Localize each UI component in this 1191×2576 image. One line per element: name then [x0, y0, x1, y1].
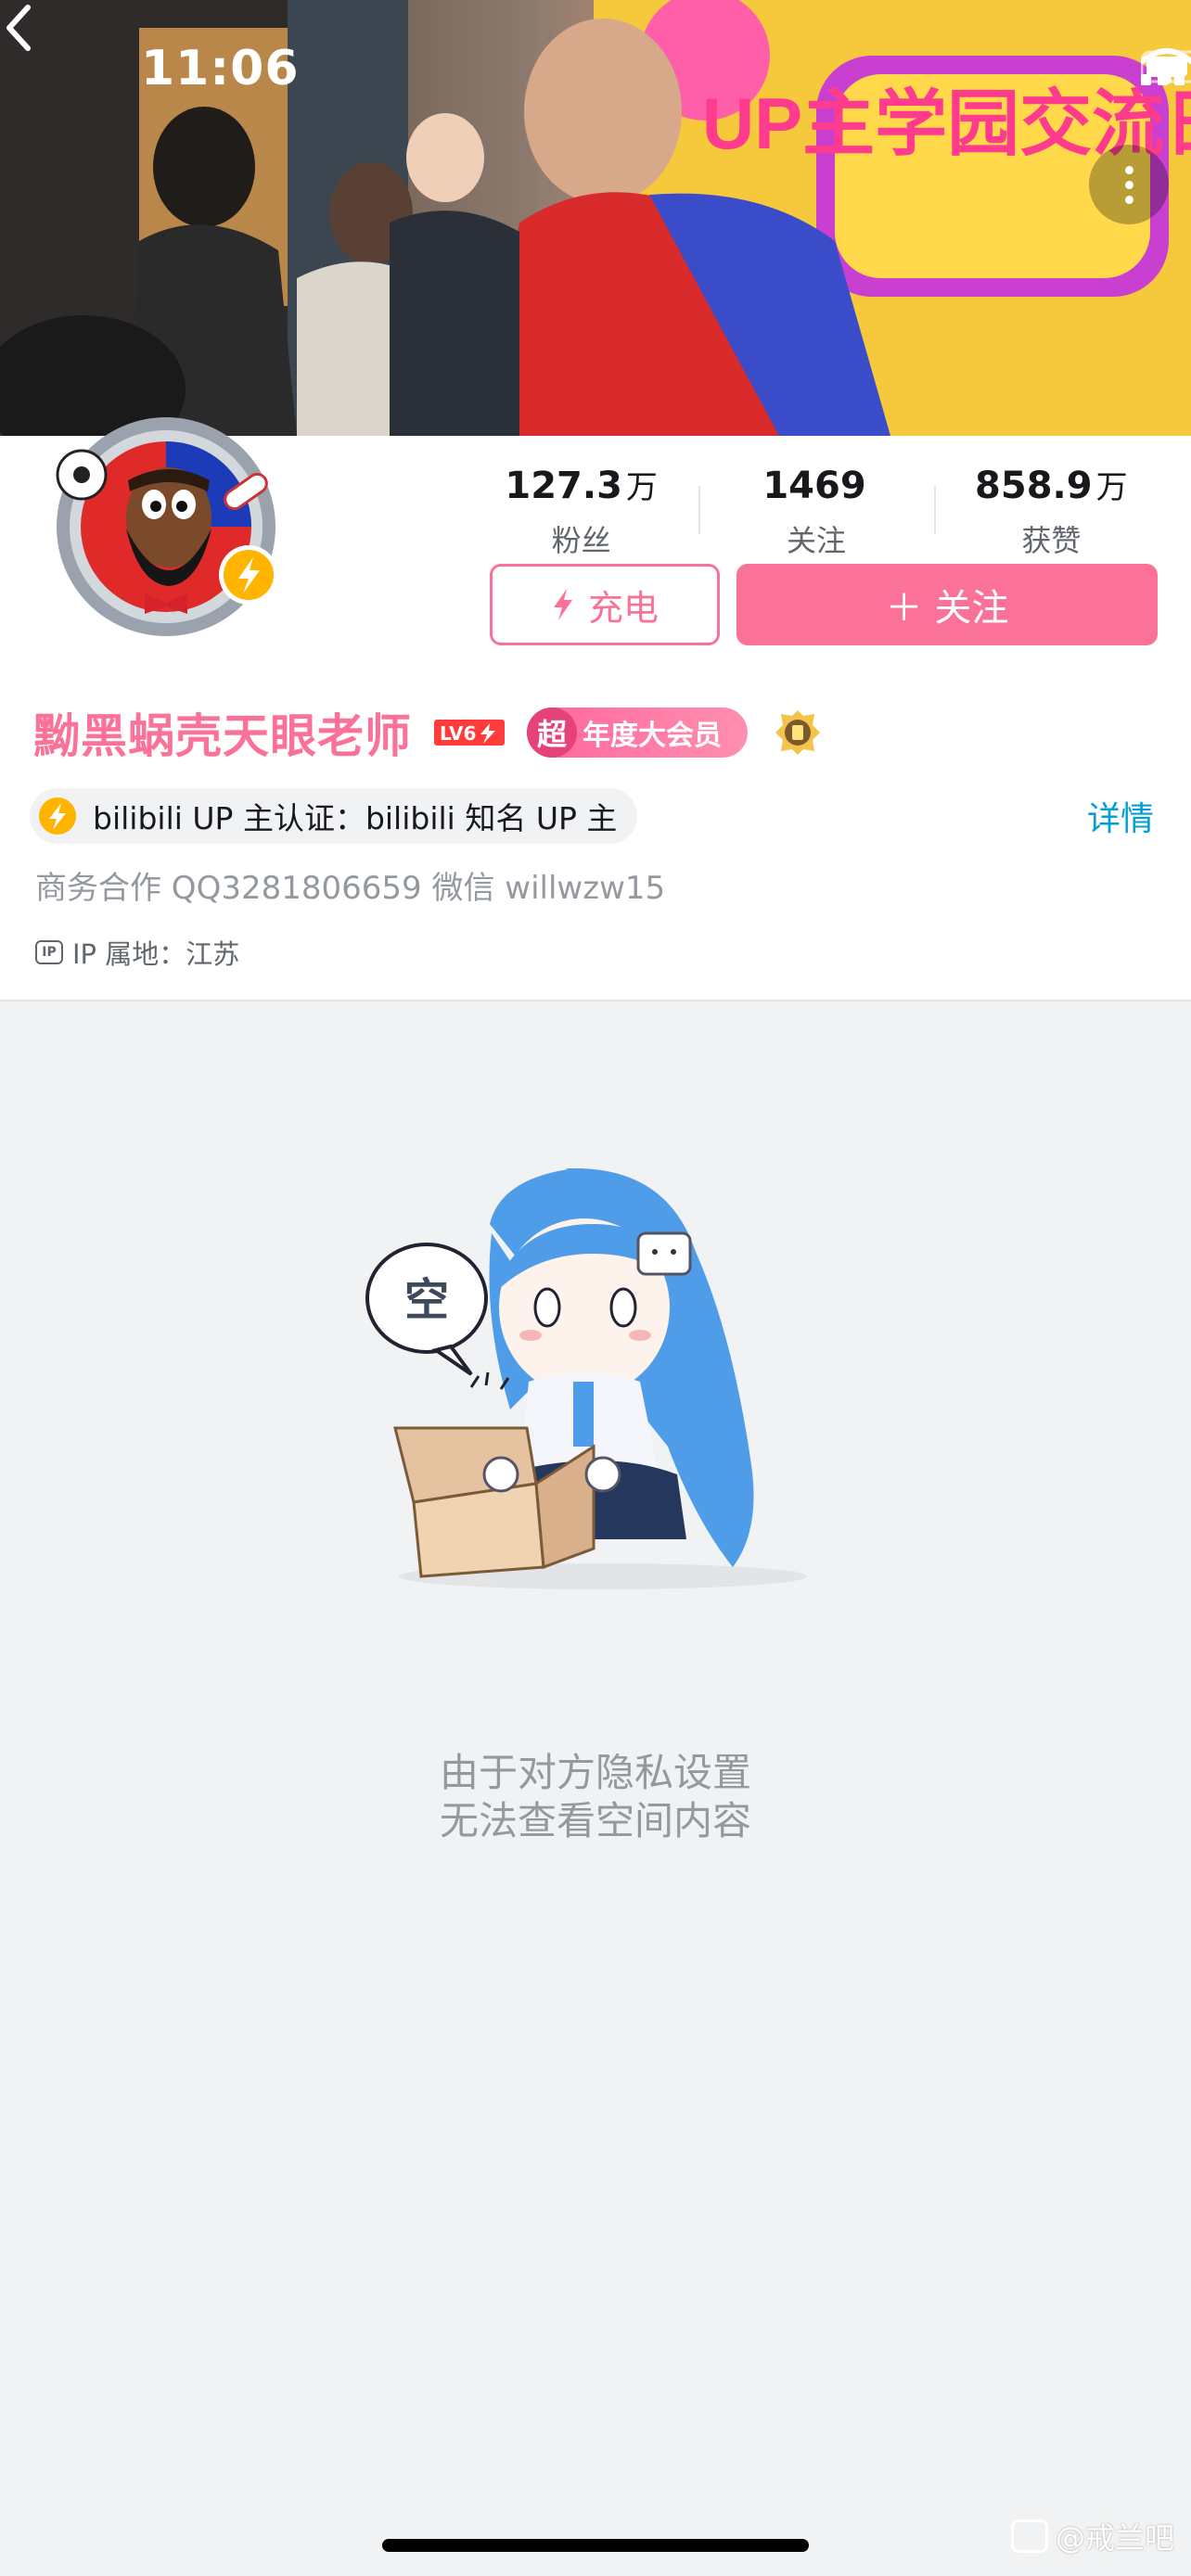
- stat-likes-value: 858.9: [975, 465, 1093, 507]
- ip-icon: IP: [35, 940, 63, 964]
- charge-label: 充电: [587, 587, 659, 629]
- signature: 商务合作 QQ3281806659 微信 willwzw15: [35, 870, 666, 907]
- detail-link[interactable]: 详情: [1087, 792, 1154, 840]
- status-time: 11:06: [141, 41, 300, 96]
- stat-fans-unit: 万: [625, 469, 658, 506]
- battery-icon: [1141, 50, 1191, 83]
- stat-likes-label: 获赞: [1021, 523, 1082, 558]
- lightning-icon: [553, 589, 572, 620]
- medal-icon[interactable]: [774, 708, 822, 757]
- vip-icon: 超: [527, 708, 577, 758]
- profile-banner[interactable]: UP主学园交流日 11:06: [0, 0, 1191, 436]
- charge-button[interactable]: 充电: [490, 564, 720, 645]
- vip-badge[interactable]: 超 年度大会员: [527, 708, 748, 758]
- watermark-text: @戒兰吧: [1055, 2520, 1174, 2556]
- level-badge: LV6: [434, 720, 505, 746]
- stat-following-value: 1469: [762, 465, 866, 507]
- stat-likes-unit: 万: [1095, 469, 1128, 506]
- home-indicator[interactable]: [382, 2539, 809, 2552]
- level-text: LV6: [440, 722, 476, 745]
- verification-pill: bilibili UP 主认证：bilibili 知名 UP 主: [30, 788, 638, 844]
- stat-following-label: 关注: [786, 523, 846, 558]
- stat-likes[interactable]: 858.9 万 获赞: [933, 464, 1169, 575]
- stat-following[interactable]: 1469 关注: [698, 464, 933, 575]
- watermark: @戒兰吧: [1010, 2515, 1174, 2557]
- name-row: 黝黑蜗壳天眼老师 LV6 超 年度大会员: [33, 700, 822, 765]
- lightning-icon: [39, 797, 76, 835]
- stats-row: 127.3 万 粉丝 1469 关注 858.9 万 获赞: [464, 464, 1169, 575]
- profile-card: 127.3 万 粉丝 1469 关注 858.9 万 获赞 充电 ＋ 关注 黝黑蜗壳…: [0, 417, 1191, 1000]
- empty-message-line2: 无法查看空间内容: [439, 1798, 751, 1843]
- more-vertical-icon: [1124, 165, 1133, 174]
- chevron-left-icon[interactable]: [0, 0, 37, 56]
- username: 黝黑蜗壳天眼老师: [33, 709, 412, 763]
- ip-location-text: IP 属地：江苏: [72, 938, 240, 970]
- stat-fans-value: 127.3: [505, 465, 622, 507]
- ip-location: IP IP 属地：江苏: [35, 933, 239, 972]
- follow-button[interactable]: ＋ 关注: [736, 564, 1158, 645]
- watermark-icon: [1010, 2519, 1048, 2553]
- more-button[interactable]: [1089, 145, 1169, 224]
- stat-fans[interactable]: 127.3 万 粉丝: [464, 464, 698, 575]
- follow-label: ＋ 关注: [885, 587, 1009, 630]
- avatar[interactable]: [41, 408, 291, 649]
- bubble-text: 空: [404, 1274, 449, 1326]
- verification-text: bilibili UP 主认证：bilibili 知名 UP 主: [93, 800, 618, 836]
- empty-message-line1: 由于对方隐私设置: [439, 1750, 751, 1795]
- vip-label: 年度大会员: [583, 720, 722, 752]
- empty-illustration: 空: [365, 1168, 807, 1589]
- stat-fans-label: 粉丝: [551, 523, 611, 558]
- section-divider: [0, 1000, 1191, 1001]
